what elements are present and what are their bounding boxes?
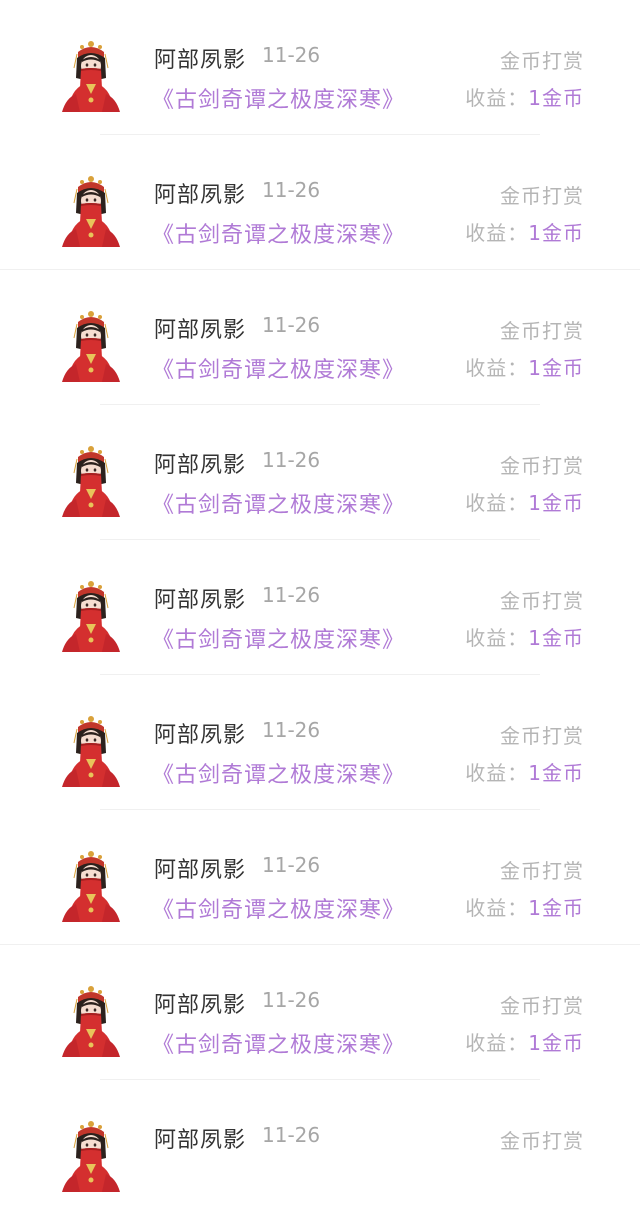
- book-title-link[interactable]: 《古剑奇谭之极度深寒》: [152, 217, 405, 249]
- income-label: 收益：: [465, 761, 529, 785]
- income-value: 1金币: [528, 86, 584, 110]
- record-date: 11-26: [262, 178, 321, 202]
- bride-avatar-icon: [62, 986, 120, 1057]
- book-title-link[interactable]: 《古剑奇谭之极度深寒》: [152, 352, 405, 384]
- income-label: 收益：: [465, 356, 529, 380]
- income-value: 1金币: [528, 1031, 584, 1055]
- income-value: 1金币: [528, 896, 584, 920]
- list-item[interactable]: 阿部夙影 11-26 《古剑奇谭之极度深寒》 金币打赏 收益：1金币: [0, 675, 640, 810]
- income-value: 1金币: [528, 221, 584, 245]
- income-label: 收益：: [465, 1031, 529, 1055]
- bride-avatar-icon: [62, 1121, 120, 1192]
- bride-avatar-icon: [62, 581, 120, 652]
- tip-type-label: 金币打赏: [500, 994, 584, 1018]
- income-text: 收益：1金币: [465, 82, 584, 111]
- book-title-link[interactable]: 《古剑奇谭之极度深寒》: [152, 82, 405, 114]
- income-text: 收益：1金币: [465, 622, 584, 651]
- list-item[interactable]: 阿部夙影 11-26 《古剑奇谭之极度深寒》 金币打赏 收益：1金币: [0, 810, 640, 945]
- bride-avatar-icon: [62, 851, 120, 922]
- bride-avatar-icon: [62, 176, 120, 247]
- list-item[interactable]: 阿部夙影 11-26 《古剑奇谭之极度深寒》 金币打赏 收益：1金币: [0, 135, 640, 270]
- income-text: 收益：1金币: [465, 757, 584, 786]
- avatar[interactable]: [60, 173, 122, 249]
- avatar[interactable]: [60, 848, 122, 924]
- book-title-link[interactable]: 《古剑奇谭之极度深寒》: [152, 622, 405, 654]
- record-date: 11-26: [262, 583, 321, 607]
- tip-type-label: 金币打赏: [500, 319, 584, 343]
- book-title-link[interactable]: 《古剑奇谭之极度深寒》: [152, 1027, 405, 1059]
- tip-type-label: 金币打赏: [500, 454, 584, 478]
- user-name[interactable]: 阿部夙影: [154, 582, 246, 614]
- income-label: 收益：: [465, 896, 529, 920]
- tip-type-label: 金币打赏: [500, 859, 584, 883]
- user-name[interactable]: 阿部夙影: [154, 447, 246, 479]
- avatar[interactable]: [60, 578, 122, 654]
- income-value: 1金币: [528, 626, 584, 650]
- book-title-link[interactable]: 《古剑奇谭之极度深寒》: [152, 892, 405, 924]
- list-item[interactable]: 阿部夙影 11-26 《古剑奇谭之极度深寒》 金币打赏 收益：1金币: [0, 270, 640, 405]
- avatar[interactable]: [60, 713, 122, 789]
- income-text: 收益：1金币: [465, 892, 584, 921]
- user-name[interactable]: 阿部夙影: [154, 1122, 246, 1154]
- user-name[interactable]: 阿部夙影: [154, 312, 246, 344]
- user-name[interactable]: 阿部夙影: [154, 177, 246, 209]
- income-text: 收益：1金币: [465, 1027, 584, 1056]
- list-item[interactable]: 阿部夙影 11-26 《古剑奇谭之极度深寒》 金币打赏 收益：1金币: [0, 0, 640, 135]
- tip-type-label: 金币打赏: [500, 589, 584, 613]
- income-value: 1金币: [528, 491, 584, 515]
- reward-record-list: 阿部夙影 11-26 《古剑奇谭之极度深寒》 金币打赏 收益：1金币 阿部夙影 …: [0, 0, 640, 1215]
- user-name[interactable]: 阿部夙影: [154, 852, 246, 884]
- tip-type-label: 金币打赏: [500, 49, 584, 73]
- bride-avatar-icon: [62, 311, 120, 382]
- user-name[interactable]: 阿部夙影: [154, 987, 246, 1019]
- income-text: 收益：1金币: [465, 217, 584, 246]
- avatar[interactable]: [60, 1118, 122, 1194]
- income-label: 收益：: [465, 86, 529, 110]
- avatar[interactable]: [60, 983, 122, 1059]
- income-text: 收益：1金币: [465, 487, 584, 516]
- book-title-link[interactable]: 《古剑奇谭之极度深寒》: [152, 487, 405, 519]
- record-date: 11-26: [262, 43, 321, 67]
- tip-type-label: 金币打赏: [500, 724, 584, 748]
- income-text: 收益：1金币: [465, 352, 584, 381]
- income-value: 1金币: [528, 356, 584, 380]
- user-name[interactable]: 阿部夙影: [154, 42, 246, 74]
- bride-avatar-icon: [62, 716, 120, 787]
- tip-type-label: 金币打赏: [500, 1129, 584, 1153]
- avatar[interactable]: [60, 38, 122, 114]
- record-date: 11-26: [262, 313, 321, 337]
- avatar[interactable]: [60, 443, 122, 519]
- avatar[interactable]: [60, 308, 122, 384]
- income-label: 收益：: [465, 491, 529, 515]
- income-value: 1金币: [528, 761, 584, 785]
- income-label: 收益：: [465, 221, 529, 245]
- bride-avatar-icon: [62, 41, 120, 112]
- tip-type-label: 金币打赏: [500, 184, 584, 208]
- book-title-link[interactable]: 《古剑奇谭之极度深寒》: [152, 757, 405, 789]
- list-item[interactable]: 阿部夙影 11-26 《古剑奇谭之极度深寒》 金币打赏 收益：1金币: [0, 945, 640, 1080]
- list-item[interactable]: 阿部夙影 11-26 金币打赏: [0, 1080, 640, 1215]
- record-date: 11-26: [262, 448, 321, 472]
- list-item[interactable]: 阿部夙影 11-26 《古剑奇谭之极度深寒》 金币打赏 收益：1金币: [0, 540, 640, 675]
- user-name[interactable]: 阿部夙影: [154, 717, 246, 749]
- record-date: 11-26: [262, 1123, 321, 1147]
- income-label: 收益：: [465, 626, 529, 650]
- bride-avatar-icon: [62, 446, 120, 517]
- record-date: 11-26: [262, 718, 321, 742]
- record-date: 11-26: [262, 853, 321, 877]
- record-date: 11-26: [262, 988, 321, 1012]
- list-item[interactable]: 阿部夙影 11-26 《古剑奇谭之极度深寒》 金币打赏 收益：1金币: [0, 405, 640, 540]
